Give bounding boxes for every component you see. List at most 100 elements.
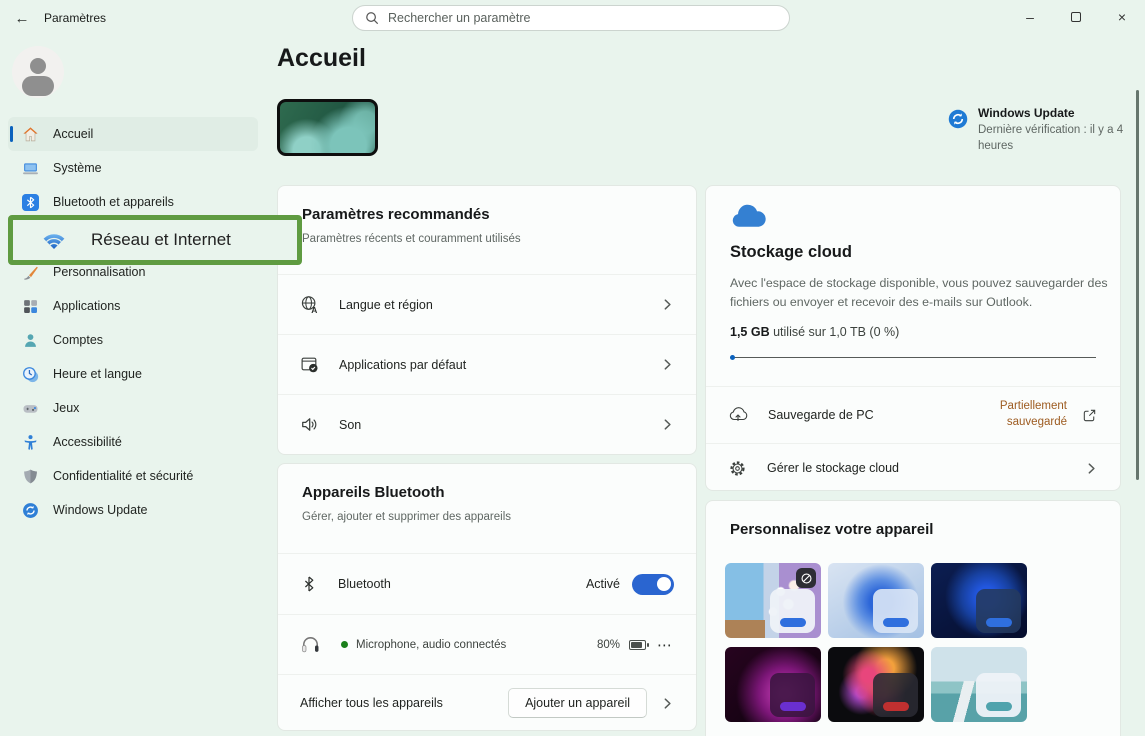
cloud-card-title: Stockage cloud [730,243,1096,262]
headphones-icon [300,634,321,655]
recommended-settings-card: Paramètres recommandés Paramètres récent… [277,185,697,455]
sidebar-item-system[interactable]: Système [8,151,258,185]
add-device-button[interactable]: Ajouter un appareil [508,688,647,718]
window-controls: – × [1007,0,1145,33]
bluetooth-icon [22,194,39,211]
theme-thumbnail-bloom-light[interactable] [828,563,924,638]
row-sound[interactable]: Son [278,394,696,454]
row-label: Langue et région [339,298,433,312]
recommended-title: Paramètres recommandés [302,206,672,223]
default-apps-icon [300,355,319,374]
theme-thumbnail-bloom-split[interactable] [725,563,821,638]
show-all-devices-link[interactable]: Afficher tous les appareils [300,696,443,710]
vertical-scrollbar[interactable] [1136,90,1139,480]
cloud-storage-card: Stockage cloud Avec l'espace de stockage… [705,185,1121,491]
shield-icon [22,468,39,485]
gear-icon [728,459,747,478]
user-avatar[interactable] [12,46,64,98]
sidebar-item-home[interactable]: Accueil [8,117,258,151]
close-button[interactable]: × [1099,0,1145,33]
recommended-subtitle: Paramètres récents et couramment utilisé… [302,233,672,245]
row-label: Son [339,418,361,432]
sidebar-item-apps[interactable]: Applications [8,289,258,323]
sidebar-item-privacy[interactable]: Confidentialité et sécurité [8,459,258,493]
manage-cloud-label: Gérer le stockage cloud [767,461,899,475]
card-header: Appareils Bluetooth Gérer, ajouter et su… [278,464,696,553]
sidebar-item-gaming[interactable]: Jeux [8,391,258,425]
theme-thumbnail-petals-dark[interactable] [828,647,924,722]
cloud-storage-summary: Stockage cloud Avec l'espace de stockage… [706,186,1120,386]
start-menu-preview [770,673,815,717]
row-language-region[interactable]: A Langue et région [278,274,696,334]
speaker-icon [300,415,319,434]
bluetooth-toggle-label: Bluetooth [338,577,391,591]
sidebar-item-time-language[interactable]: Heure et langue [8,357,258,391]
cloud-card-description: Avec l'espace de stockage disponible, vo… [730,274,1110,311]
sidebar-item-label: Système [53,161,102,175]
search-bar[interactable] [352,5,790,31]
progress-fill [730,355,735,360]
accessibility-person-icon [22,434,39,451]
search-input[interactable] [388,11,777,25]
chevron-right-icon [661,418,674,431]
accounts-icon [22,332,39,349]
clock-globe-icon [22,366,39,383]
cloud-usage-text: 1,5 GB utilisé sur 1,0 TB (0 %) [730,325,1096,339]
chevron-right-icon[interactable] [661,697,674,710]
more-options-button[interactable]: ⋯ [655,636,674,654]
theme-thumbnail-bloom-dark[interactable] [931,563,1027,638]
theme-thumbnails-grid [725,563,1027,722]
cloud-icon [730,204,1096,229]
battery-percentage: 80% [597,639,620,651]
start-menu-preview [976,673,1021,717]
sidebar-item-label: Heure et langue [53,367,142,381]
theme-thumbnail-glow-purple[interactable] [725,647,821,722]
sidebar-item-accounts[interactable]: Comptes [8,323,258,357]
page-title: Accueil [277,44,366,73]
cloud-usage-value: 1,5 GB [730,325,770,339]
personalize-card: Personnalisez votre appareil [705,500,1121,736]
row-pc-backup[interactable]: Sauvegarde de PC Partiellement sauvegard… [706,386,1120,443]
pc-backup-label: Sauvegarde de PC [768,408,874,422]
settings-window: ← Paramètres – × Accueil Système Bluetoo… [0,0,1145,736]
minimize-icon: – [1026,9,1034,25]
sidebar-item-bluetooth[interactable]: Bluetooth et appareils [8,185,258,219]
start-menu-preview [873,589,918,633]
bluetooth-toggle[interactable] [632,574,674,595]
sidebar-item-network[interactable]: Réseau et Internet [91,230,231,250]
sidebar-item-accessibility[interactable]: Accessibilité [8,425,258,459]
windows-update-status[interactable]: Windows Update Dernière vérification : i… [948,106,1140,154]
theme-thumbnail-beach-light[interactable] [931,647,1027,722]
avatar-head [30,58,46,74]
sidebar-item-windows-update[interactable]: Windows Update [8,493,258,527]
connected-dot-icon [341,641,348,648]
cloud-upload-icon [728,405,748,425]
sidebar-item-label: Personnalisation [53,265,145,279]
personalization-icon [22,264,39,281]
card-header: Paramètres recommandés Paramètres récent… [278,186,696,274]
maximize-button[interactable] [1053,0,1099,33]
bluetooth-devices-card: Appareils Bluetooth Gérer, ajouter et su… [277,463,697,731]
sidebar-item-label: Applications [53,299,120,313]
row-manage-cloud-storage[interactable]: Gérer le stockage cloud [706,443,1120,491]
sidebar-item-label: Jeux [53,401,79,415]
system-icon [22,160,39,177]
row-bluetooth-device[interactable]: Microphone, audio connectés 80% ⋯ [278,614,696,674]
bluetooth-card-subtitle: Gérer, ajouter et supprimer des appareil… [302,511,672,523]
svg-text:A: A [311,305,317,314]
sidebar-item-label: Accessibilité [53,435,122,449]
back-arrow-icon: ← [15,10,30,27]
backup-status-text: Partiellement sauvegardé [975,399,1067,430]
apps-icon [22,298,39,315]
minimize-button[interactable]: – [1007,0,1053,33]
chevron-right-icon [661,298,674,311]
chevron-right-icon [1085,462,1098,475]
row-default-apps[interactable]: Applications par défaut [278,334,696,394]
update-status-subtitle: Dernière vérification : il y a 4 heures [978,123,1128,154]
sidebar-item-label: Accueil [53,127,93,141]
back-button[interactable]: ← [8,5,36,31]
row-label: Applications par défaut [339,358,466,372]
device-wallpaper-thumbnail [277,99,378,156]
start-menu-preview [976,589,1021,633]
external-link-icon[interactable] [1081,407,1098,424]
